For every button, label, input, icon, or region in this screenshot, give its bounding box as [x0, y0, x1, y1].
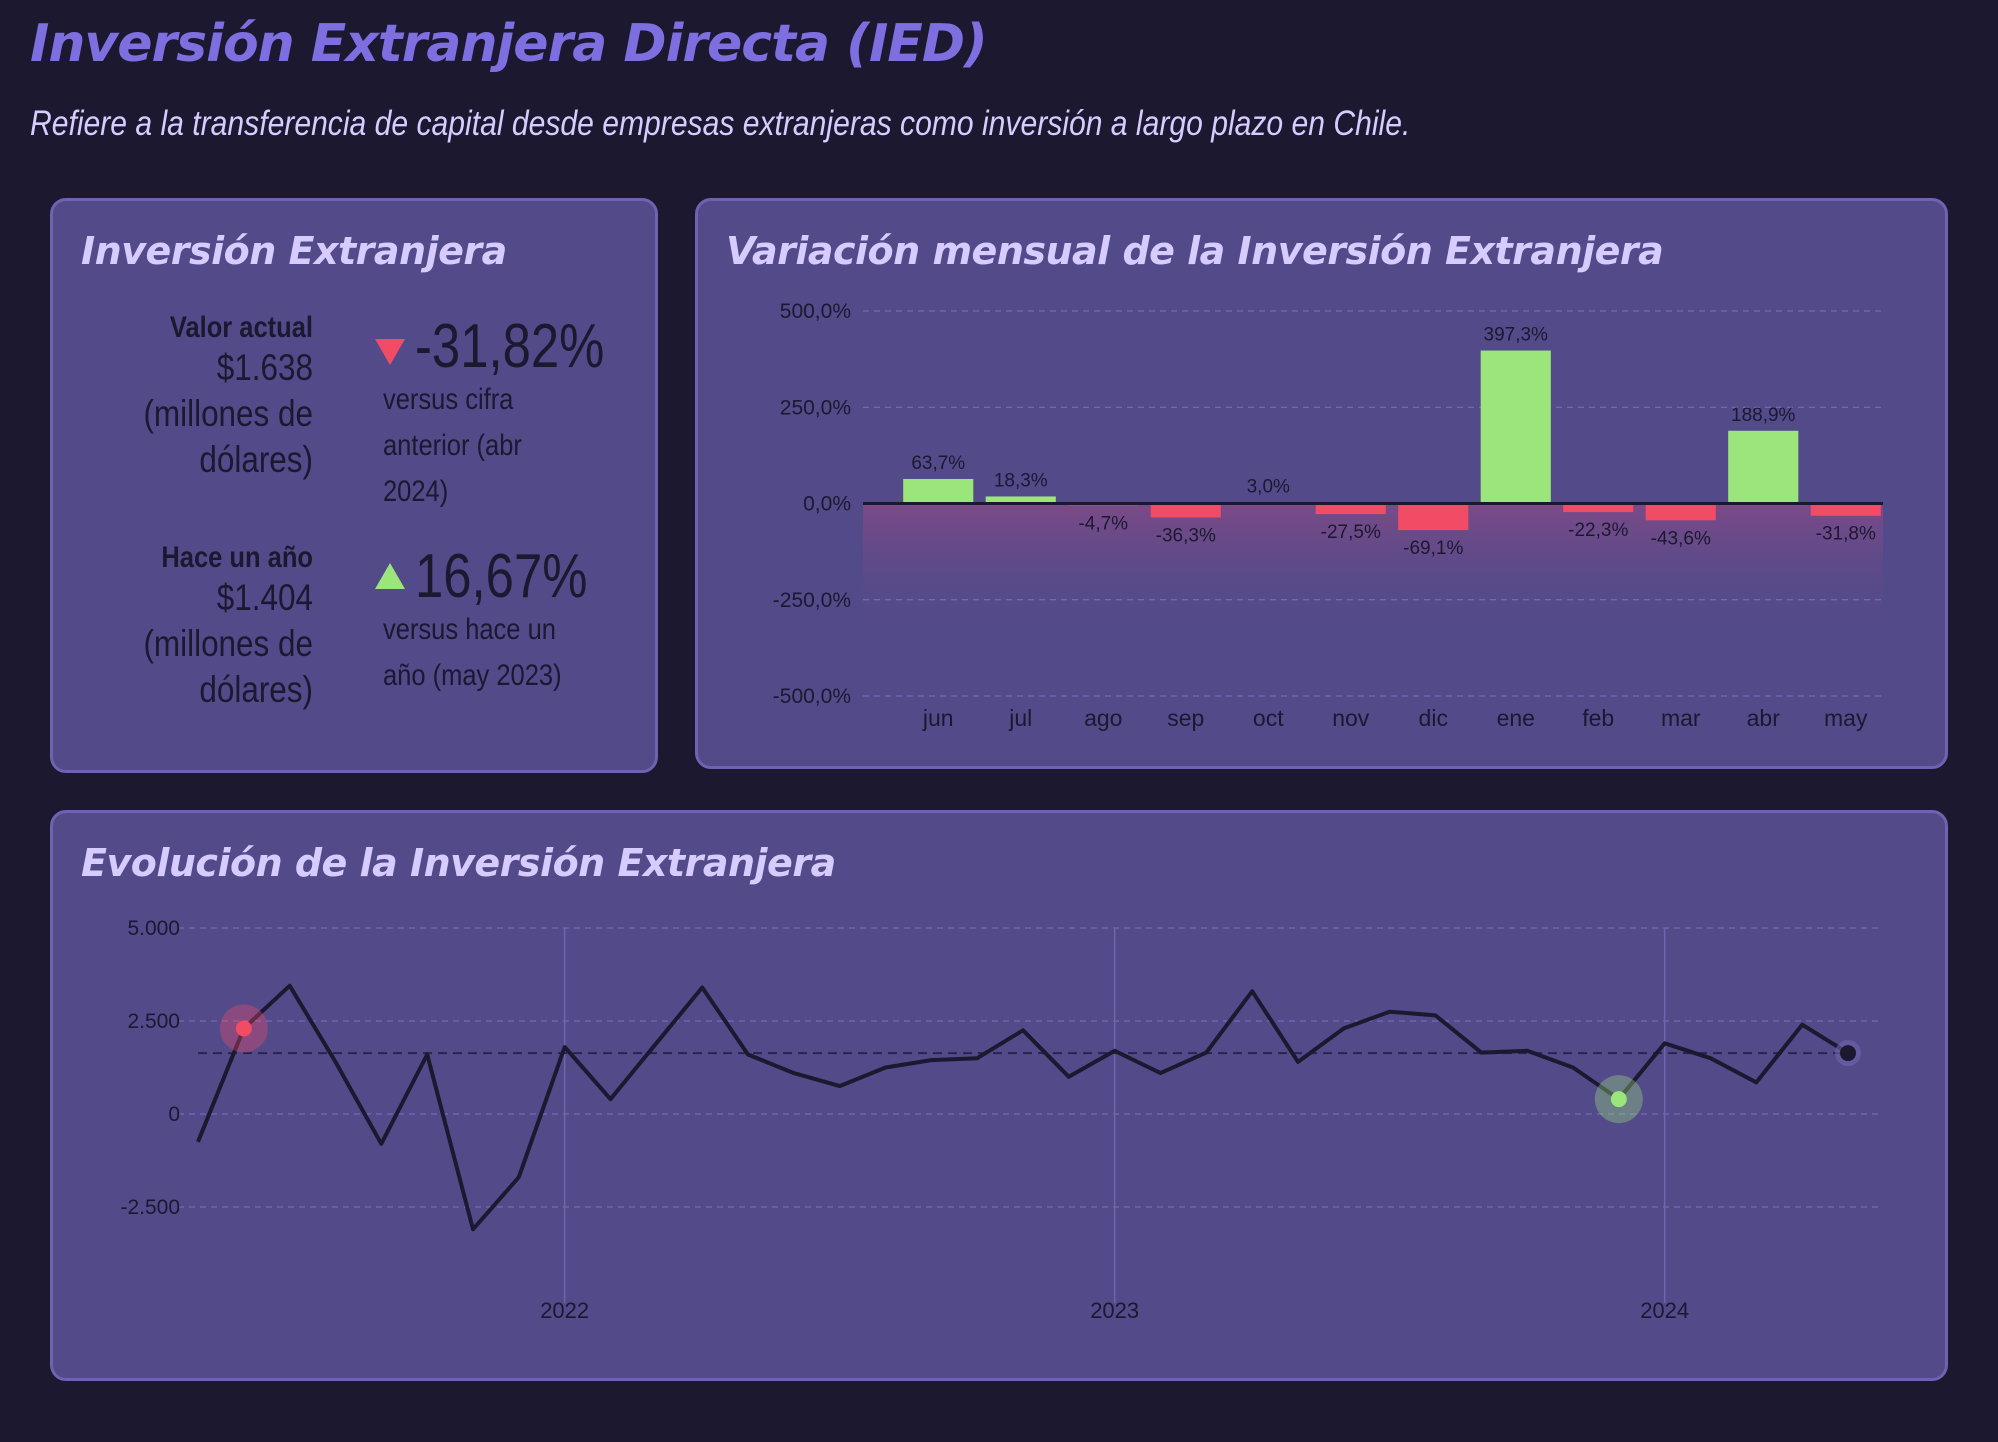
- x-tick-label: dic: [1419, 705, 1448, 731]
- bar: [1398, 503, 1469, 531]
- bar: [1728, 430, 1799, 504]
- y-tick-label: -500,0%: [773, 685, 851, 708]
- x-tick-label: nov: [1332, 705, 1370, 731]
- y-tick-label: 250,0%: [780, 396, 851, 419]
- kpi-year-ago-value: $1.404: [216, 577, 313, 618]
- x-tick-label: jun: [922, 705, 954, 731]
- line-chart-panel: Evolución de la Inversión Extranjera 5.0…: [50, 810, 1948, 1381]
- line-chart: 5.000 2.500 0 -2.500 2022 2023 2024: [120, 917, 1878, 1323]
- bar-data-label: -22,3%: [1568, 520, 1628, 541]
- y-tick-label: 0: [168, 1103, 180, 1126]
- bar: [1480, 350, 1551, 504]
- kpi-year-ago-note: versus hace un año (may 2023): [383, 613, 562, 692]
- kpi-current-note: versus cifra anterior (abr 2024): [383, 383, 522, 508]
- y-tick-label: 5.000: [127, 917, 180, 940]
- y-tick-label: 500,0%: [780, 300, 851, 323]
- bar-chart-panel: Variación mensual de la Inversión Extran…: [695, 198, 1948, 769]
- x-year-label: 2024: [1640, 1298, 1689, 1323]
- x-tick-label: oct: [1253, 705, 1284, 731]
- kpi-year-ago-label: Hace un año: [161, 541, 313, 574]
- arrow-down-icon: [375, 339, 405, 365]
- x-tick-label: mar: [1661, 705, 1701, 731]
- y-tick-label: -2.500: [120, 1196, 180, 1219]
- bar-data-label: -43,6%: [1651, 528, 1711, 549]
- x-tick-label: ago: [1084, 705, 1122, 731]
- x-tick-label: ene: [1497, 705, 1535, 731]
- bar-data-label: -31,8%: [1816, 524, 1876, 545]
- bar-data-label: -69,1%: [1403, 538, 1463, 559]
- bar: [1810, 503, 1881, 516]
- bar: [1645, 503, 1716, 521]
- bar: [1150, 503, 1221, 518]
- bar-data-label: 397,3%: [1484, 325, 1549, 346]
- year-ago-point: [1610, 1091, 1627, 1108]
- kpi-current-label: Valor actual: [169, 311, 313, 344]
- x-year-label: 2022: [540, 1298, 589, 1323]
- y-tick-label: 0,0%: [803, 493, 851, 516]
- kpi-panel: Inversión Extranjera Valor actual $1.638…: [50, 198, 658, 773]
- x-tick-label: feb: [1582, 705, 1614, 731]
- kpi-year-ago-unit-1: (millones de: [143, 623, 313, 664]
- bar-data-label: 3,0%: [1247, 476, 1290, 497]
- x-tick-label: may: [1824, 705, 1868, 731]
- kpi-panel-title: Inversión Extranjera: [81, 229, 507, 273]
- bar-data-label: -27,5%: [1321, 522, 1381, 543]
- bar-data-label: -36,3%: [1156, 525, 1216, 546]
- kpi-current-unit-1: (millones de: [143, 393, 313, 434]
- kpi-year-ago-change: 16,67%: [415, 542, 588, 611]
- bar-data-label: 63,7%: [911, 453, 965, 474]
- x-tick-label: sep: [1167, 705, 1204, 731]
- kpi-current-change: -31,82%: [415, 312, 605, 381]
- y-tick-label: 2.500: [127, 1010, 180, 1033]
- kpi-current-unit-2: dólares): [199, 439, 313, 480]
- bar-data-label: 188,9%: [1731, 405, 1796, 426]
- x-tick-label: jul: [1008, 705, 1032, 731]
- kpi-current-value: $1.638: [216, 347, 313, 388]
- bar-data-label: -4,7%: [1078, 513, 1128, 534]
- page-title: Inversión Extranjera Directa (IED): [30, 14, 988, 74]
- bar-chart: 500,0% 250,0% 0,0% -250,0% -500,0% 63,7% jun 18…: [773, 300, 1883, 731]
- kpi-year-ago-unit-2: dólares): [199, 669, 313, 710]
- bar: [1315, 503, 1386, 515]
- bar: [903, 478, 974, 504]
- last-point: [1840, 1045, 1856, 1062]
- highlight-point: [235, 1020, 252, 1037]
- x-year-label: 2023: [1090, 1298, 1139, 1323]
- y-tick-label: -250,0%: [773, 589, 851, 612]
- arrow-up-icon: [375, 563, 405, 589]
- page-subtitle: Refiere a la transferencia de capital de…: [30, 104, 1411, 143]
- bar-data-label: 18,3%: [994, 470, 1048, 491]
- x-tick-label: abr: [1747, 705, 1781, 731]
